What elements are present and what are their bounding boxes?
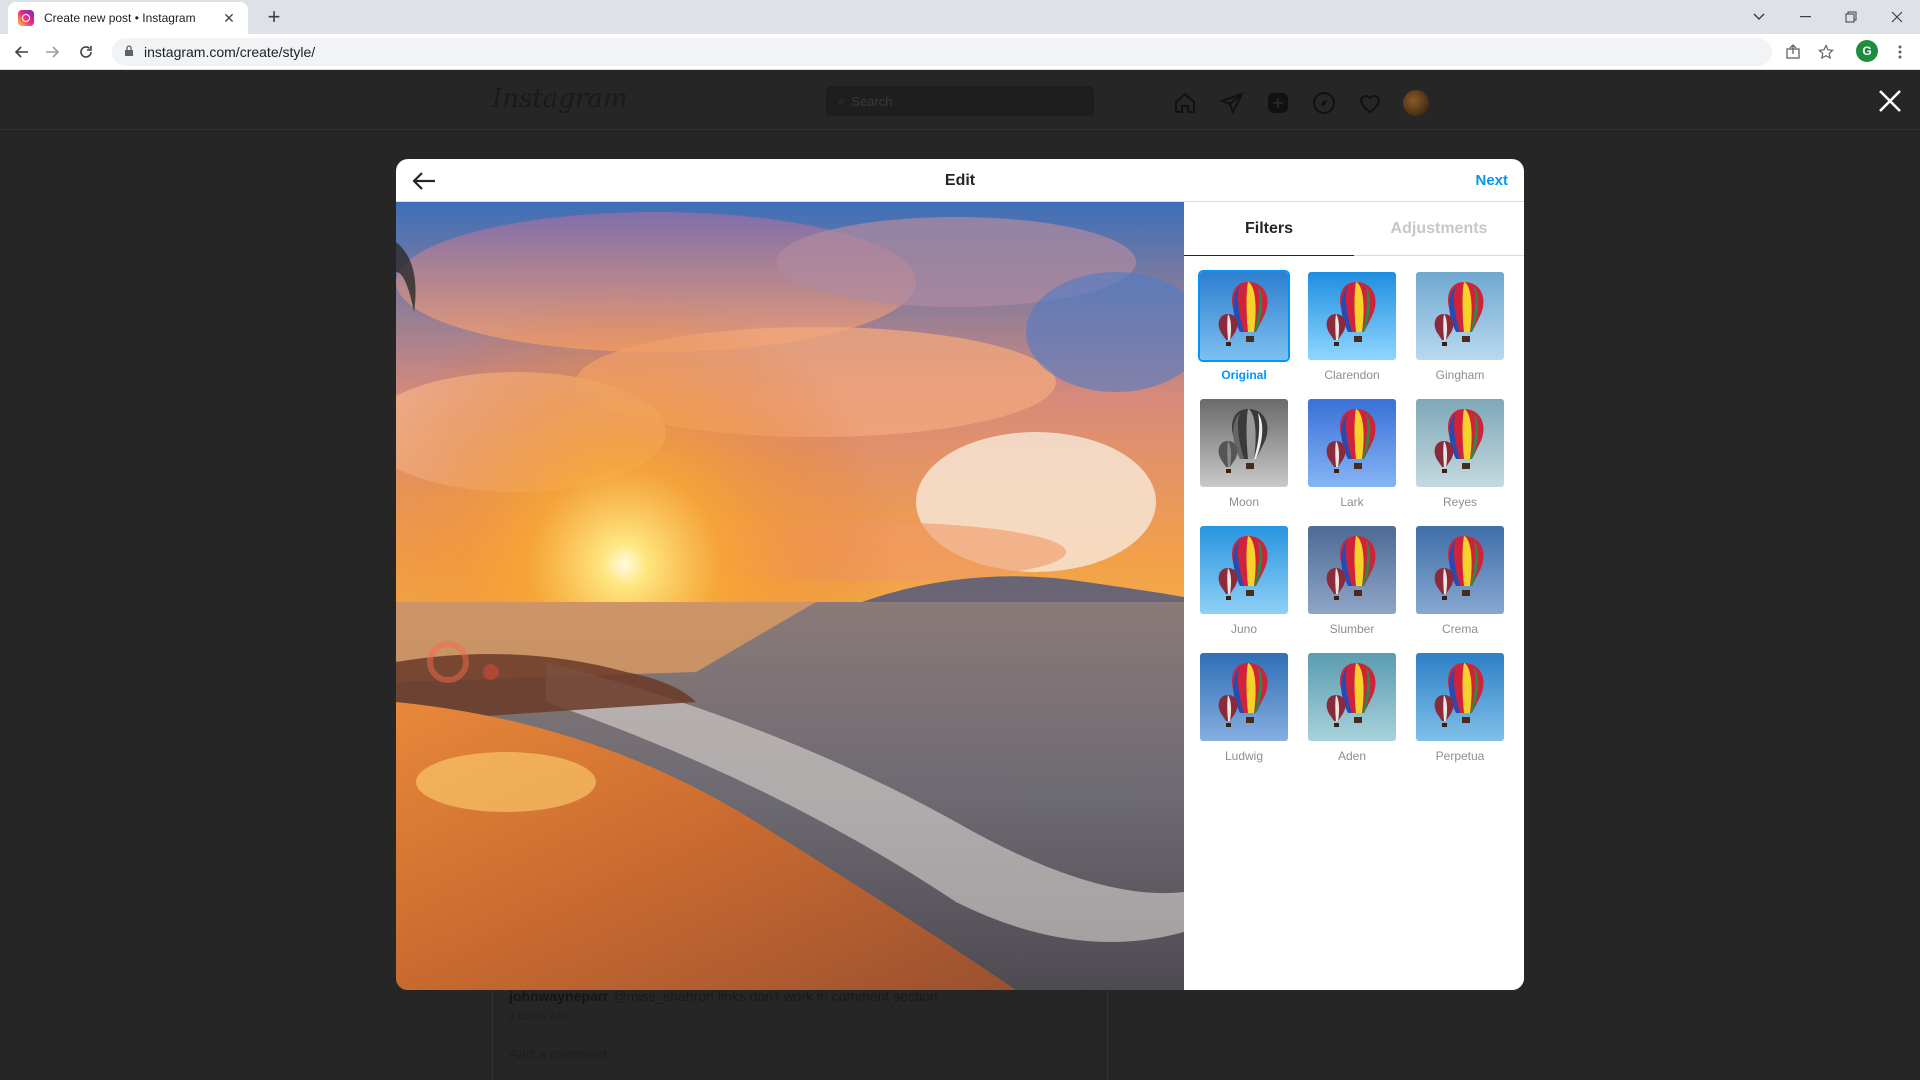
add-comment-input: Add a comment...: [509, 1046, 619, 1062]
edit-modal: Edit Next Filters Adjustments Original C…: [396, 159, 1524, 990]
filter-label: Original: [1221, 368, 1267, 382]
activity-heart-icon: [1357, 90, 1383, 116]
background-post: johnwayneparr @miss_shahron links don't …: [492, 980, 1108, 1080]
tab-close-button[interactable]: ✕: [220, 10, 238, 27]
hot-air-balloon-image: [1416, 272, 1504, 360]
filter-thumbnail: [1416, 272, 1504, 360]
filter-crema[interactable]: Crema: [1416, 526, 1504, 644]
new-tab-button[interactable]: +: [260, 4, 288, 32]
filter-thumbnail: [1308, 526, 1396, 614]
hot-air-balloon-image: [1416, 526, 1504, 614]
address-toolbar: instagram.com/create/style/: [0, 34, 1920, 70]
filter-thumbnail: [1416, 526, 1504, 614]
comment-text: @miss_shahron links don't work in commen…: [612, 988, 938, 1004]
next-button[interactable]: Next: [1475, 159, 1508, 202]
filter-label: Aden: [1337, 749, 1367, 763]
filter-aden[interactable]: Aden: [1308, 653, 1396, 771]
filter-reyes[interactable]: Reyes: [1416, 399, 1504, 517]
filter-perpetua[interactable]: Perpetua: [1416, 653, 1504, 771]
explore-compass-icon: [1311, 90, 1337, 116]
filter-thumbnail: [1200, 272, 1288, 360]
address-bar[interactable]: instagram.com/create/style/: [112, 38, 1772, 66]
filter-label: Juno: [1230, 622, 1258, 636]
instagram-header: Instagram ⌕ Search: [0, 70, 1920, 130]
filter-juno[interactable]: Juno: [1200, 526, 1288, 644]
hot-air-balloon-image: [1308, 526, 1396, 614]
search-placeholder: Search: [851, 93, 893, 109]
minimize-button[interactable]: [1782, 0, 1828, 34]
tab-title: Create new post • Instagram: [44, 11, 196, 25]
hot-air-balloon-image: [1200, 653, 1288, 741]
filter-label: Reyes: [1442, 495, 1477, 509]
hot-air-balloon-image: [1308, 272, 1396, 360]
modal-title: Edit: [944, 172, 976, 189]
browser-tab-bar: Create new post • Instagram ✕ +: [0, 0, 1920, 34]
filter-lark[interactable]: Lark: [1308, 399, 1396, 517]
restore-button[interactable]: [1828, 0, 1874, 34]
filter-label: Gingham: [1435, 368, 1485, 382]
filter-label: Moon: [1228, 495, 1260, 509]
filter-label: Ludwig: [1224, 749, 1264, 763]
filter-thumbnail: [1200, 526, 1288, 614]
comment-username: johnwayneparr: [509, 988, 609, 1004]
share-icon[interactable]: [1781, 40, 1805, 64]
filter-thumbnail: [1416, 653, 1504, 741]
photo-preview: [396, 202, 1184, 990]
filter-thumbnail: [1200, 653, 1288, 741]
back-arrow-icon[interactable]: [410, 167, 438, 195]
hot-air-balloon-image: [1416, 399, 1504, 487]
hot-air-balloon-image: [1308, 653, 1396, 741]
browser-tab[interactable]: Create new post • Instagram ✕: [8, 2, 248, 34]
filter-thumbnail: [1200, 399, 1288, 487]
instagram-logo: Instagram: [492, 84, 628, 114]
filter-gingham[interactable]: Gingham: [1416, 272, 1504, 390]
filter-thumbnail: [1416, 399, 1504, 487]
search-input: ⌕ Search: [826, 86, 1094, 116]
comment-like-icon: ♡: [1078, 988, 1091, 1004]
filter-label: Lark: [1340, 495, 1364, 509]
tab-adjustments[interactable]: Adjustments: [1354, 202, 1524, 256]
search-icon: ⌕: [838, 93, 846, 108]
filter-original[interactable]: Original: [1200, 272, 1288, 390]
filter-thumbnail: [1308, 399, 1396, 487]
filter-ludwig[interactable]: Ludwig: [1200, 653, 1288, 771]
hot-air-balloon-image: [1200, 272, 1288, 360]
forward-nav-icon[interactable]: [38, 38, 66, 66]
url-text: instagram.com/create/style/: [144, 44, 316, 60]
lock-icon: [124, 44, 134, 60]
home-icon: [1172, 90, 1198, 116]
comment-timestamp: 2 DAYS AGO: [509, 1012, 574, 1023]
sunset-beach-image: [396, 202, 1184, 990]
edit-side-panel: Filters Adjustments Original Clarendon Gin…: [1184, 202, 1524, 990]
hot-air-balloon-image: [1416, 653, 1504, 741]
filter-slumber[interactable]: Slumber: [1308, 526, 1396, 644]
instagram-favicon-icon: [18, 10, 34, 26]
edit-tabs: Filters Adjustments: [1184, 202, 1524, 256]
back-nav-icon[interactable]: [8, 38, 36, 66]
filter-clarendon[interactable]: Clarendon: [1308, 272, 1396, 390]
hot-air-balloon-image: [1200, 399, 1288, 487]
filter-label: Perpetua: [1435, 749, 1485, 763]
filter-thumbnail: [1308, 653, 1396, 741]
bookmark-star-icon[interactable]: [1814, 40, 1838, 64]
tab-filters[interactable]: Filters: [1184, 202, 1354, 256]
filter-label: Clarendon: [1324, 368, 1380, 382]
modal-header: Edit Next: [396, 159, 1524, 202]
tab-search-chevron-icon[interactable]: [1736, 0, 1782, 34]
close-modal-icon[interactable]: [1875, 88, 1905, 118]
hot-air-balloon-image: [1308, 399, 1396, 487]
filter-moon[interactable]: Moon: [1200, 399, 1288, 517]
filter-thumbnail: [1308, 272, 1396, 360]
new-post-icon: [1265, 90, 1291, 116]
direct-message-icon: [1219, 90, 1245, 116]
profile-avatar[interactable]: G: [1856, 40, 1878, 62]
user-avatar: [1403, 90, 1429, 116]
reload-icon[interactable]: [72, 38, 100, 66]
browser-menu-icon[interactable]: [1888, 40, 1912, 64]
background-comment: johnwayneparr @miss_shahron links don't …: [509, 988, 938, 1004]
filter-label: Slumber: [1329, 622, 1375, 636]
hot-air-balloon-image: [1200, 526, 1288, 614]
window-close-button[interactable]: [1874, 0, 1920, 34]
filter-label: Crema: [1441, 622, 1478, 636]
